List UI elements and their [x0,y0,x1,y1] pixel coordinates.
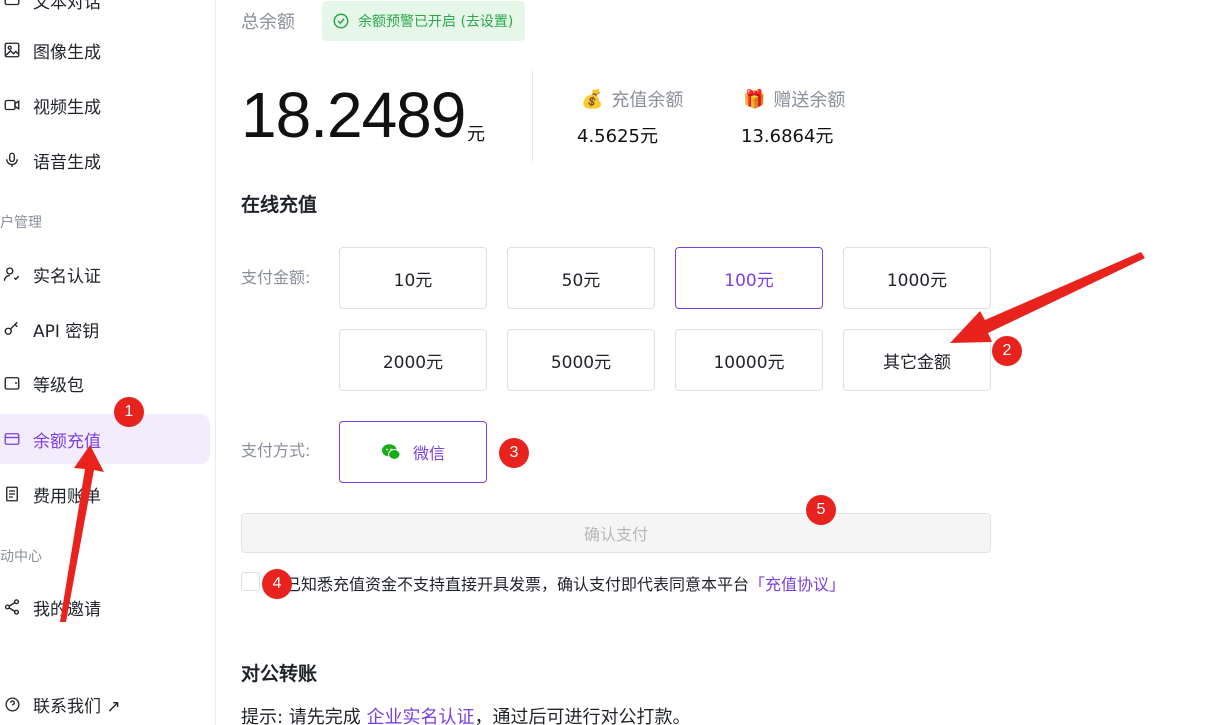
corporate-transfer-title: 对公转账 [241,663,318,685]
sidebar-item-label: 语音生成 [33,152,101,173]
check-circle-icon [333,13,349,29]
annotation-marker-1: 1 [114,397,144,427]
key-icon [2,319,22,339]
amount-option-2000[interactable]: 2000元 [339,329,487,391]
sidebar-item-level-pack[interactable]: 等级包 [0,358,210,408]
sidebar-item-balance-recharge[interactable]: 余额充值 [0,414,210,464]
sidebar-item-label: 余额充值 [33,431,101,452]
share-icon [2,597,22,617]
amount-option-10[interactable]: 10元 [339,247,487,309]
sidebar-item-label: 联系我们 ↗ [33,696,121,717]
sidebar-item-label: 实名认证 [33,266,101,287]
wallet-icon [2,373,22,393]
image-icon [2,40,22,60]
online-recharge-title: 在线充值 [241,194,318,216]
amount-option-5000[interactable]: 5000元 [507,329,655,391]
sidebar-item-video-gen[interactable]: 视频生成 [0,80,210,130]
payment-method-text: 微信 [412,444,445,463]
bill-icon [2,484,22,504]
agreement-text: 已知悉充值资金不支持直接开具发票，确认支付即代表同意本平台「充值协议」 [285,571,845,595]
user-check-icon [2,264,22,284]
warning-badge-text: 余额预警已开启 (去设置) [358,14,514,30]
annotation-marker-5: 5 [806,495,836,525]
balance-warning-badge[interactable]: 余额预警已开启 (去设置) [322,1,526,41]
recharge-balance-value: 4.5625元 [577,126,658,147]
recharge-agreement-link[interactable]: 「充值协议」 [749,575,845,594]
transfer-tip: 提示: 请先完成 企业实名认证，通过后可进行对公打款。 [241,703,691,725]
payment-method-label: 支付方式: [241,441,311,460]
sidebar-item-label: 视频生成 [33,97,101,118]
group-title-account: 户管理 [0,215,42,231]
mic-icon [2,150,22,170]
video-icon [2,95,22,115]
annotation-marker-2: 2 [992,336,1022,366]
recharge-balance-label: 💰 充值余额 [581,86,683,112]
group-title-activity: 动中心 [0,549,42,565]
gift-icon: 🎁 [743,88,766,110]
total-balance-label: 总余额 [241,12,295,33]
tip-prefix: 提示: 请先完成 [241,707,361,725]
enterprise-verification-link[interactable]: 企业实名认证 [367,707,475,725]
amount-option-custom[interactable]: 其它金额 [843,329,991,391]
amount-option-10000[interactable]: 10000元 [675,329,823,391]
help-icon [2,694,22,714]
total-balance-amount: 18.2489 [241,79,466,151]
card-icon [2,429,22,449]
sidebar-item-contact[interactable]: 联系我们 ↗ [0,679,210,725]
sidebar-item-label: 图像生成 [33,42,101,63]
amount-option-1000[interactable]: 1000元 [843,247,991,309]
gift-balance-label-text: 赠送余额 [773,90,846,111]
sidebar-item-image-gen[interactable]: 图像生成 [0,25,210,75]
sidebar: 文本对话 图像生成 视频生成 语音生成 户管理 实名认证 API 密钥 等级包 … [0,0,216,725]
gift-balance-label: 🎁 赠送余额 [743,86,845,112]
sidebar-item-text-chat[interactable]: 文本对话 [0,0,210,25]
recharge-balance-label-text: 充值余额 [611,90,684,111]
sidebar-item-label: API 密钥 [33,321,100,342]
sidebar-item-voice-gen[interactable]: 语音生成 [0,135,210,185]
tip-suffix: ，通过后可进行对公打款。 [474,707,691,725]
wechat-icon [381,444,401,460]
annotation-marker-3: 3 [499,438,529,468]
total-balance-unit: 元 [467,124,485,145]
agreement-checkbox[interactable] [241,572,260,591]
amount-option-50[interactable]: 50元 [507,247,655,309]
agreement-text-body: 已知悉充值资金不支持直接开具发票，确认支付即代表同意本平台 [285,575,750,594]
sidebar-item-label: 费用账单 [33,486,101,507]
gift-balance-value: 13.6864元 [741,126,834,147]
payment-method-wechat[interactable]: 微信 [339,421,487,483]
sidebar-item-invites[interactable]: 我的邀请 [0,582,210,632]
amount-option-100[interactable]: 100元 [675,247,823,309]
balance-divider [532,70,533,162]
sidebar-item-bills[interactable]: 费用账单 [0,469,210,519]
sidebar-item-label: 等级包 [33,375,84,396]
sidebar-item-label: 文本对话 [33,0,101,13]
main-content: 总余额 余额预警已开启 (去设置) 18.2489 元 💰 充值余额 4.562… [241,0,1206,725]
amount-label: 支付金额: [241,268,311,287]
sidebar-item-verification[interactable]: 实名认证 [0,249,210,299]
money-bag-icon: 💰 [581,88,604,110]
annotation-marker-4: 4 [262,569,292,599]
sidebar-item-label: 我的邀请 [33,599,101,620]
sidebar-item-api-key[interactable]: API 密钥 [0,304,210,354]
chat-icon [2,0,22,10]
confirm-payment-button[interactable]: 确认支付 [241,513,991,553]
